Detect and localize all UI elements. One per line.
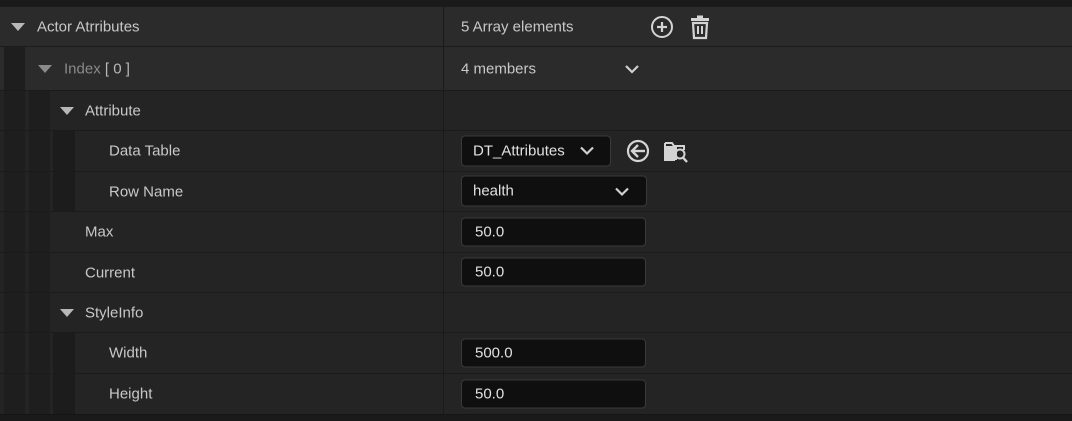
indent-rail (4, 212, 25, 252)
index-row: Index [ 0 ] 4 members (0, 46, 1072, 90)
indent-rail (53, 374, 75, 414)
data-table-row: Data Table DT_Attributes (0, 130, 1072, 171)
actor-attributes-value-cell: 5 Array elements (443, 6, 1072, 46)
width-label: Width (109, 344, 148, 362)
row-name-name-cell: Row Name (0, 171, 443, 211)
index-name-cell: Index [ 0 ] (0, 46, 443, 90)
row-name-row: Row Name health (0, 171, 1072, 211)
current-input[interactable]: 50.0 (461, 257, 646, 287)
indent-rail (53, 333, 75, 373)
expand-triangle-icon[interactable] (60, 106, 74, 115)
indent-rail (29, 212, 50, 252)
attribute-value-cell (443, 90, 1072, 130)
indent-rail (29, 91, 50, 130)
index-value-cell: 4 members (443, 46, 1072, 90)
chevron-down-icon[interactable] (624, 64, 640, 74)
width-name-cell: Width (0, 332, 443, 373)
indent-rail (4, 131, 25, 171)
expand-triangle-icon[interactable] (38, 64, 52, 73)
indent-rail (4, 253, 25, 292)
style-info-row: StyleInfo (0, 292, 1072, 332)
array-count-text: 5 Array elements (461, 18, 574, 35)
style-info-label: StyleInfo (85, 304, 144, 321)
indent-rail (4, 293, 25, 332)
indent-rail (4, 47, 25, 90)
attribute-name-cell: Attribute (0, 90, 443, 130)
data-table-combo[interactable]: DT_Attributes (461, 135, 611, 166)
actor-attributes-row: Actor Atrributes 5 Array elements (0, 6, 1072, 46)
row-name-label: Row Name (109, 183, 184, 200)
row-name-value: health (473, 182, 514, 200)
expand-triangle-icon[interactable] (11, 22, 25, 31)
indent-rail (29, 374, 50, 414)
max-name-cell: Max (0, 211, 443, 252)
style-info-name-cell: StyleInfo (0, 292, 443, 332)
width-row: Width 500.0 (0, 332, 1072, 373)
indent-rail (53, 172, 75, 211)
data-table-value: DT_Attributes (473, 142, 565, 159)
attribute-row: Attribute (0, 90, 1072, 130)
data-table-label: Data Table (109, 142, 181, 160)
width-input[interactable]: 500.0 (461, 338, 646, 367)
add-element-icon[interactable] (649, 14, 675, 40)
indent-rail (29, 333, 50, 373)
chevron-down-icon[interactable] (614, 186, 630, 196)
indent-rail (4, 91, 25, 130)
chevron-down-icon[interactable] (579, 146, 595, 156)
trash-icon[interactable] (687, 14, 713, 40)
row-name-combo[interactable]: health (461, 175, 647, 207)
current-name-cell: Current (0, 252, 443, 292)
height-name-cell: Height (0, 373, 443, 414)
max-input[interactable]: 50.0 (461, 217, 646, 246)
style-info-value-cell (443, 292, 1072, 332)
data-table-name-cell: Data Table (0, 130, 443, 171)
use-selected-asset-icon[interactable] (625, 138, 651, 164)
expand-triangle-icon[interactable] (60, 308, 74, 317)
max-row: Max 50.0 (0, 211, 1072, 252)
indent-rail (29, 253, 50, 292)
current-label: Current (85, 264, 136, 281)
indent-rail (29, 293, 50, 332)
indent-rail (4, 172, 25, 211)
panel-bottom-edge (0, 415, 1072, 421)
indent-rail (4, 333, 25, 373)
max-label: Max (85, 223, 114, 241)
browse-to-asset-icon[interactable] (663, 138, 689, 164)
indent-rail (29, 172, 50, 211)
indent-rail (29, 131, 50, 171)
actor-attributes-label: Actor Atrributes (37, 18, 140, 35)
actor-attributes-name-cell: Actor Atrributes (0, 6, 443, 46)
height-row: Height 50.0 (0, 373, 1072, 414)
indent-rail (53, 131, 75, 171)
index-label: Index [ 0 ] (64, 60, 130, 77)
attribute-label: Attribute (85, 102, 141, 119)
height-label: Height (109, 385, 153, 403)
members-count-text: 4 members (461, 60, 537, 77)
height-input[interactable]: 50.0 (461, 379, 646, 408)
current-row: Current 50.0 (0, 252, 1072, 292)
indent-rail (4, 374, 25, 414)
